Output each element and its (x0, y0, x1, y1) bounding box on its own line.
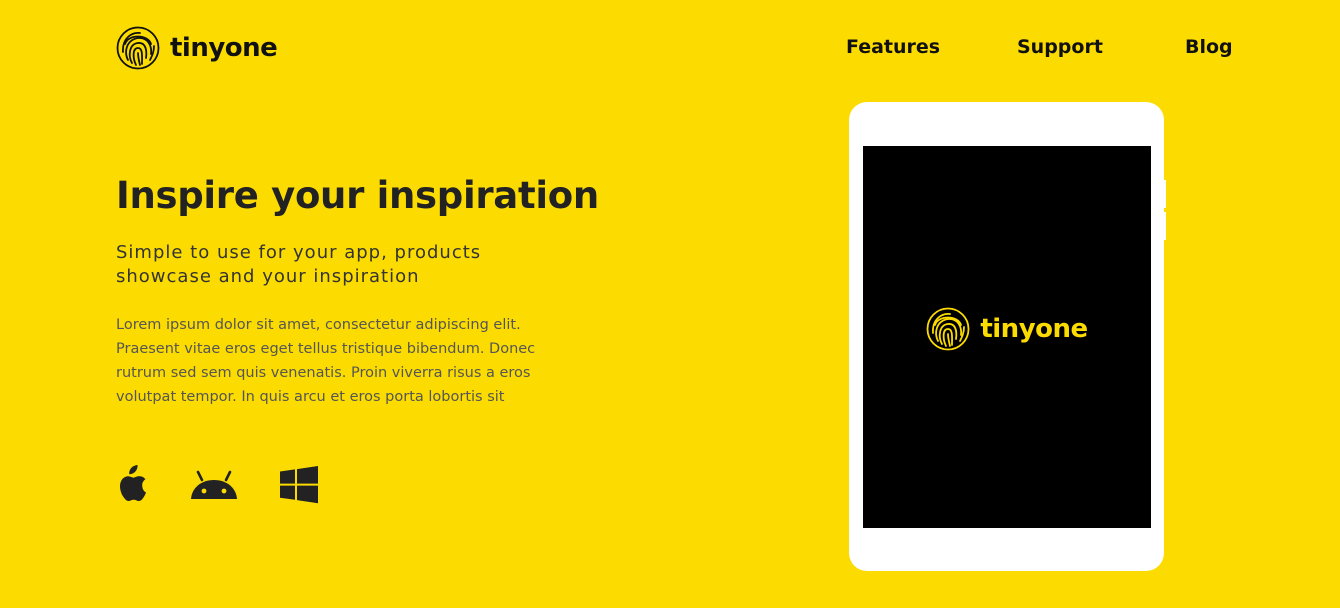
tablet-screen: tinyone (863, 146, 1151, 528)
tablet-mockup: tinyone (849, 102, 1166, 571)
main-nav: Features Support Blog (0, 36, 1340, 62)
nav-features[interactable]: Features (846, 36, 940, 58)
windows-icon[interactable] (280, 466, 318, 504)
apple-icon[interactable] (116, 464, 148, 504)
nav-blog[interactable]: Blog (1185, 36, 1233, 58)
tablet-side-button (1163, 212, 1166, 240)
hero-title: Inspire your inspiration (116, 174, 599, 217)
screen-brand-name: tinyone (980, 314, 1088, 344)
landing-page: tinyone Features Support Blog Inspire yo… (0, 0, 1340, 608)
hero-subtitle: Simple to use for your app, products sho… (116, 242, 482, 287)
screen-logo: tinyone (926, 307, 1088, 351)
android-icon[interactable] (190, 468, 238, 500)
platform-links (116, 464, 336, 504)
fingerprint-icon (926, 307, 970, 351)
nav-support[interactable]: Support (1017, 36, 1103, 58)
tablet-side-button (1163, 180, 1166, 208)
hero-description: Lorem ipsum dolor sit amet, consectetur … (116, 317, 536, 405)
